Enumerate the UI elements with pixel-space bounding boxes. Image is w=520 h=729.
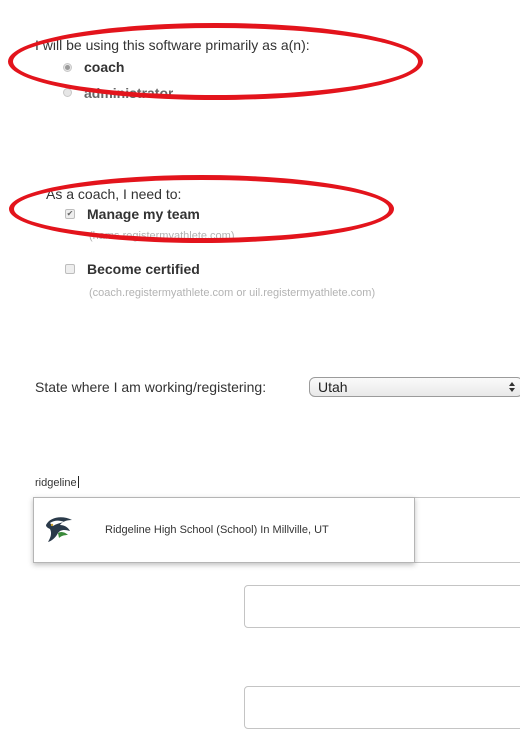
select-arrows-icon — [509, 382, 515, 392]
needs-question: As a coach, I need to: — [46, 186, 182, 202]
hawk-mascot-logo-icon — [46, 517, 72, 542]
become-certified-hint: (coach.registermyathlete.com or uil.regi… — [89, 287, 376, 299]
administrator-radio[interactable] — [63, 88, 72, 97]
manage-team-checkbox[interactable]: ✔ — [65, 209, 75, 219]
state-label: State where I am working/registering: — [35, 379, 267, 395]
school-autocomplete-dropdown: Ridgeline High School (School) In Millvi… — [33, 497, 415, 563]
school-search-value: ridgeline — [35, 477, 77, 489]
school-result-label: Ridgeline High School (School) In Millvi… — [105, 524, 329, 536]
manage-team-hint: (hams.registermyathlete.com) — [89, 230, 235, 242]
text-input-field-2[interactable] — [244, 686, 520, 729]
state-select[interactable]: Utah — [309, 377, 520, 397]
need-option-manage-team[interactable]: ✔ Manage my team — [65, 206, 200, 222]
background-field-edge — [415, 562, 520, 563]
role-option-administrator[interactable]: administrator — [63, 85, 173, 100]
state-select-value: Utah — [318, 379, 348, 395]
role-question: I will be using this software primarily … — [35, 37, 310, 53]
become-certified-checkbox[interactable] — [65, 264, 75, 274]
become-certified-label: Become certified — [87, 261, 200, 277]
coach-label: coach — [84, 59, 125, 75]
text-caret — [77, 476, 79, 488]
administrator-label: administrator — [84, 85, 174, 100]
coach-radio[interactable] — [63, 62, 72, 72]
manage-team-label: Manage my team — [87, 206, 200, 222]
need-option-become-certified[interactable]: Become certified — [65, 261, 200, 277]
background-field-edge — [415, 497, 520, 498]
school-search-input[interactable]: ridgeline — [35, 476, 79, 489]
text-input-field-1[interactable] — [244, 585, 520, 628]
role-option-coach[interactable]: coach — [63, 59, 124, 75]
school-result-item[interactable]: Ridgeline High School (School) In Millvi… — [34, 498, 414, 562]
